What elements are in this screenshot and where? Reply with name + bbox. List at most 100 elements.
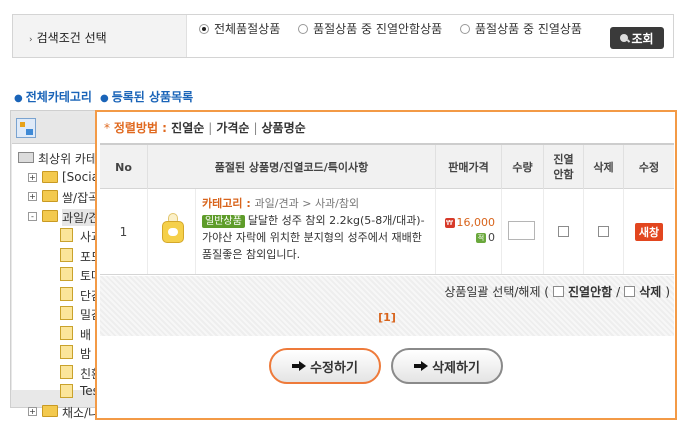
sort-title: 정렬방법 xyxy=(113,121,158,135)
folder-icon xyxy=(42,190,58,202)
row-qty xyxy=(502,189,544,274)
delete-checkbox[interactable] xyxy=(598,226,609,237)
tree-item[interactable]: + 쌀/잡곡 xyxy=(12,187,98,207)
radio-icon[interactable] xyxy=(459,24,470,34)
document-icon xyxy=(60,286,73,301)
bulk-actions: 상품일괄 선택/해제 ( 진열안함 / 삭제 ) [1] xyxy=(100,276,674,336)
header-name: 품절된 상품명/진열코드/특이사항 xyxy=(148,145,436,189)
price-icon: ₩ xyxy=(444,217,455,228)
tree-item[interactable]: 토마토 xyxy=(12,265,98,285)
document-icon xyxy=(60,267,73,281)
tree-item[interactable]: + 채소/나물 xyxy=(12,402,98,422)
tree-item[interactable]: 친환경 xyxy=(12,363,98,383)
link-registered-products[interactable]: ● 등록된 상품목록 xyxy=(100,90,193,104)
query-button[interactable]: 조회 xyxy=(610,27,664,49)
category-line: 카테고리 : 과일/견과 > 사과/참외 xyxy=(202,195,430,212)
price-value: 16,000 xyxy=(456,216,496,229)
tree-tool-icon[interactable] xyxy=(16,118,36,138)
delete-button-label: 삭제하기 xyxy=(432,360,480,376)
product-thumbnail[interactable] xyxy=(162,207,184,251)
tree-item-label: 채소/나물 xyxy=(62,405,98,420)
expand-toggle-icon[interactable]: + xyxy=(28,406,37,416)
product-name-block: 일반상품 달달한 성주 참외 2.2kg(5-8개/대과)-가야산 자락에 위치한… xyxy=(202,212,430,263)
row-thumbnail[interactable] xyxy=(148,189,196,274)
header-edit: 수정 xyxy=(638,160,660,174)
product-type-badge: 일반상품 xyxy=(202,215,245,228)
tree-item[interactable]: 밤 xyxy=(12,343,98,363)
bulk-close-paren: ) xyxy=(665,284,670,299)
new-window-button[interactable]: 새창 xyxy=(634,222,664,241)
option-all-soldout[interactable]: 전체품절상품 xyxy=(199,22,280,36)
page-1-link[interactable]: [1] xyxy=(378,311,396,324)
qty-input[interactable] xyxy=(508,221,535,240)
search-icon xyxy=(620,34,629,42)
option-label: 전체품절상품 xyxy=(214,22,281,36)
radio-icon[interactable] xyxy=(298,24,309,34)
bulk-display-off-checkbox[interactable] xyxy=(553,286,564,297)
sort-by-name[interactable]: 상품명순 xyxy=(262,121,306,135)
folder-icon xyxy=(42,404,58,417)
tree-item[interactable]: 사과/참외 xyxy=(12,226,98,246)
bulk-delete-checkbox[interactable] xyxy=(624,286,636,297)
header-price: 판매가격 xyxy=(436,145,502,189)
table-row: 1 카테고리 : 과일/견과 > 사과/참외 일반상품 달달한 성주 참외 2.2… xyxy=(100,189,674,275)
delete-button[interactable]: 삭제하기 xyxy=(391,348,503,384)
document-icon xyxy=(60,364,73,379)
tree-item[interactable]: 최상위 카테고리 xyxy=(12,148,98,168)
tree-toolbar xyxy=(12,114,98,144)
query-button-label: 조회 xyxy=(631,31,654,46)
tree-item[interactable]: 배 xyxy=(12,324,98,344)
link-all-category[interactable]: ● 전체카테고리 xyxy=(14,90,92,104)
option-label: 품절상품 중 진열상품 xyxy=(474,22,582,36)
category-title: 카테고리 xyxy=(202,197,243,210)
header-display-off: 진열 안함 xyxy=(544,145,584,189)
sort-by-price[interactable]: 가격순 xyxy=(216,121,249,135)
tree-item[interactable]: - 과일/견과 xyxy=(12,207,98,227)
sort-by-display[interactable]: 진열순 xyxy=(171,121,204,135)
search-conditions-bar: › 검색조건 선택 전체품절상품 품절상품 중 진열안함상품 품절상품 중 진열상… xyxy=(12,14,674,58)
row-delete xyxy=(584,189,624,274)
radio-icon[interactable] xyxy=(199,24,209,34)
tree-item[interactable]: Test xyxy=(12,382,98,402)
header-display-off-line2: 안함 xyxy=(553,168,574,181)
row-no: 1 xyxy=(100,189,148,274)
category-tree: 최상위 카테고리 + [Social] +쌀/잡곡 - 과일/견과사과/참외포도토마토단감… xyxy=(12,114,98,420)
tree-item[interactable]: 단감 xyxy=(12,285,98,305)
option-soldout-hidden[interactable]: 품절상품 중 진열안함상품 xyxy=(298,22,442,36)
row-display-off xyxy=(544,189,584,274)
tree-item-label: 배 xyxy=(80,327,92,342)
tree-items: 최상위 카테고리 + [Social] +쌀/잡곡 - 과일/견과사과/참외포도토마토단감… xyxy=(12,148,98,421)
folder-icon xyxy=(42,209,58,222)
tree-item[interactable]: 밀감 xyxy=(12,304,98,324)
category-links: ● 전체카테고리 ● 등록된 상품목록 xyxy=(14,88,193,105)
row-product-info: 카테고리 : 과일/견과 > 사과/참외 일반상품 달달한 성주 참외 2.2kg… xyxy=(196,189,436,274)
document-icon xyxy=(60,345,73,359)
arrow-right-icon xyxy=(414,361,429,371)
app-root: › 검색조건 선택 전체품절상품 품절상품 중 진열안함상품 품절상품 중 진열상… xyxy=(0,0,686,430)
bulk-select-line: 상품일괄 선택/해제 ( 진열안함 / 삭제 ) xyxy=(444,283,670,300)
bulk-display-off-label: 진열안함 xyxy=(568,285,613,299)
document-icon xyxy=(60,228,73,242)
document-icon xyxy=(60,384,73,398)
tree-item-label: 밤 xyxy=(80,347,92,361)
header-delete: 삭제 xyxy=(584,145,624,189)
search-conditions-title-text: 검색조건 선택 xyxy=(36,31,107,45)
star-icon: * xyxy=(104,121,110,135)
search-conditions-title: › 검색조건 선택 xyxy=(29,29,107,46)
expand-toggle-icon[interactable]: + xyxy=(28,192,37,201)
points-line: 적0 xyxy=(476,230,495,245)
tree-item[interactable]: 포도 xyxy=(12,246,98,266)
bulk-delete-label: 삭제 xyxy=(639,285,662,299)
display-off-checkbox[interactable] xyxy=(558,226,569,237)
tree-item-label: 과일/견과 xyxy=(62,208,98,226)
divider: | xyxy=(208,121,213,135)
expand-toggle-icon[interactable]: - xyxy=(28,211,37,221)
tree-item-label: [Social] xyxy=(62,169,98,184)
option-label: 품절상품 중 진열안함상품 xyxy=(313,22,443,36)
link-all-category-label: 전체카테고리 xyxy=(25,90,92,104)
expand-toggle-icon[interactable]: + xyxy=(28,172,37,182)
option-soldout-displayed[interactable]: 품절상품 중 진열상품 xyxy=(459,22,582,36)
document-icon xyxy=(60,325,73,340)
tree-item[interactable]: + [Social] xyxy=(12,168,98,188)
edit-button[interactable]: 수정하기 xyxy=(269,348,381,384)
